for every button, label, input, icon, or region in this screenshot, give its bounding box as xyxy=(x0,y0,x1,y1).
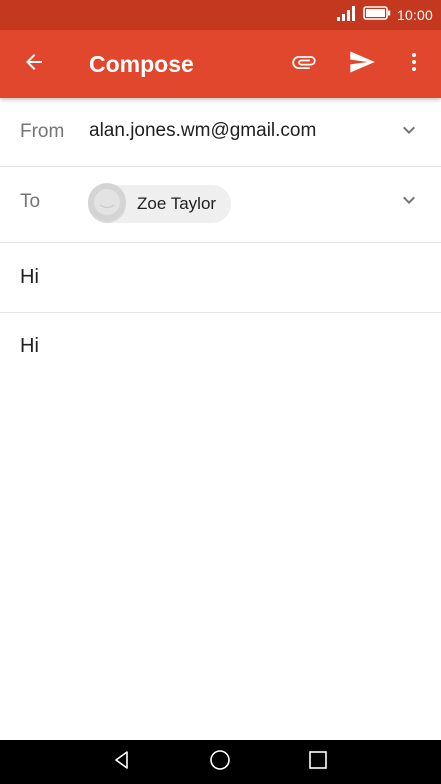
recipient-chip[interactable]: Zoe Taylor xyxy=(88,182,231,226)
subject-field[interactable]: Hi xyxy=(20,266,39,289)
app-bar: Compose xyxy=(0,30,441,98)
status-icons: 10:00 xyxy=(336,0,433,30)
nav-back-button[interactable] xyxy=(100,740,144,784)
more-options-button[interactable] xyxy=(390,30,438,98)
nav-home-icon xyxy=(208,748,232,777)
status-bar: 10:00 xyxy=(0,0,441,30)
navigation-bar xyxy=(0,740,441,784)
arrow-back-icon xyxy=(22,50,46,79)
back-button[interactable] xyxy=(10,30,58,98)
to-label: To xyxy=(20,191,41,212)
chevron-down-icon xyxy=(397,188,421,217)
from-account-field[interactable]: alan.jones.wm@gmail.com xyxy=(89,120,316,142)
battery-icon xyxy=(363,5,391,25)
avatar xyxy=(88,182,126,226)
from-label: From xyxy=(20,121,65,142)
paperclip-icon xyxy=(290,48,318,81)
status-time: 10:00 xyxy=(396,7,433,23)
nav-recents-button[interactable] xyxy=(296,740,340,784)
from-expand-button[interactable] xyxy=(397,120,421,144)
signal-icon xyxy=(336,5,357,26)
page-title: Compose xyxy=(89,51,194,77)
nav-home-button[interactable] xyxy=(198,740,242,784)
recipient-name: Zoe Taylor xyxy=(137,194,217,213)
from-row: From alan.jones.wm@gmail.com xyxy=(0,98,441,167)
send-icon xyxy=(348,48,376,81)
subject-row: Hi xyxy=(0,243,441,313)
compose-screen: 10:00 Compose From alan.jones.wm@gmail.c… xyxy=(0,0,441,784)
chevron-down-icon xyxy=(397,118,421,147)
to-expand-button[interactable] xyxy=(397,190,421,214)
to-row: To Zoe Taylor xyxy=(0,167,441,243)
send-button[interactable] xyxy=(338,30,386,98)
more-vert-icon xyxy=(402,50,426,79)
nav-recents-icon xyxy=(307,749,329,776)
attach-button[interactable] xyxy=(280,30,328,98)
nav-back-icon xyxy=(111,749,133,776)
body-field[interactable]: Hi xyxy=(20,335,39,358)
default-avatar-icon xyxy=(88,182,126,226)
